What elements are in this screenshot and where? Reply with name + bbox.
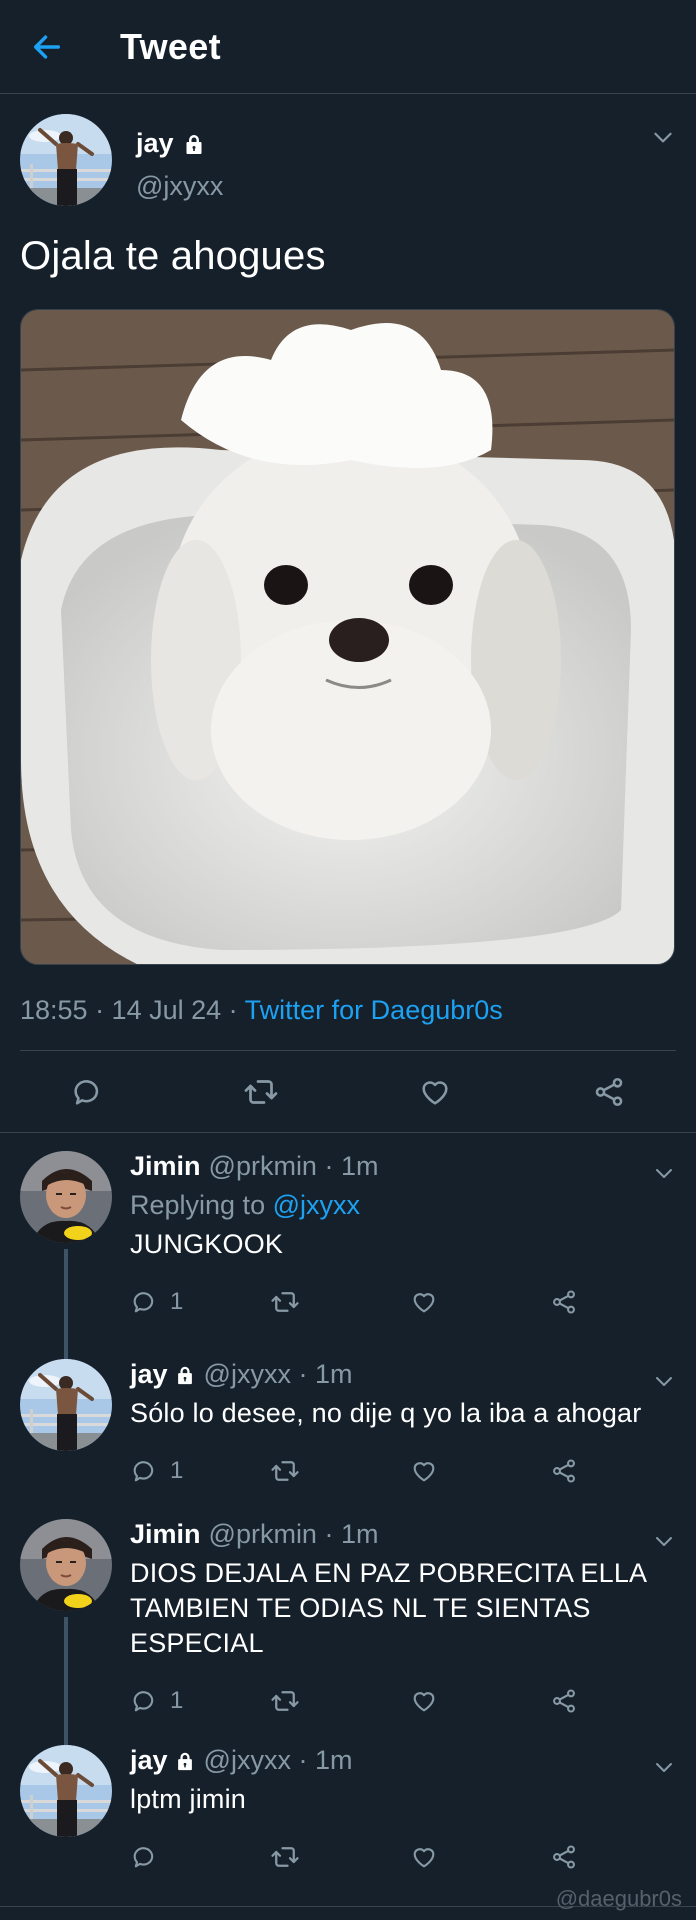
- main-tweet: jay @jxyxx Ojala te ahogues 18:55 · 14 J…: [0, 94, 696, 1051]
- like-icon[interactable]: [410, 1457, 550, 1485]
- author-name[interactable]: jay: [136, 128, 174, 159]
- reply-text: DIOS DEJALA EN PAZ POBRECITA ELLA TAMBIE…: [130, 1558, 646, 1658]
- lock-icon: [182, 132, 206, 156]
- retweet-icon[interactable]: [241, 1072, 281, 1112]
- share-icon[interactable]: [550, 1843, 690, 1871]
- chevron-down-icon[interactable]: [650, 124, 676, 155]
- avatar[interactable]: [20, 1151, 112, 1243]
- watermark: @daegubr0s: [555, 1886, 682, 1911]
- retweet-icon[interactable]: [270, 1842, 410, 1872]
- retweet-icon[interactable]: [270, 1456, 410, 1486]
- reply-meta: @jxyxx · 1m: [203, 1359, 353, 1389]
- avatar[interactable]: [20, 114, 112, 206]
- reply-tweet[interactable]: jay @jxyxx · 1m Sólo lo desee, no dije q…: [0, 1341, 696, 1501]
- reply-count: 1: [170, 1457, 184, 1484]
- chevron-down-icon[interactable]: [652, 1529, 676, 1558]
- thread-line: [64, 1341, 68, 1359]
- reply-count: 1: [170, 1288, 184, 1315]
- reply-author-name[interactable]: jay: [130, 1359, 168, 1390]
- reply-author-name[interactable]: jay: [130, 1745, 168, 1776]
- tweet-text: Ojala te ahogues: [20, 234, 326, 278]
- reply-count: 1: [170, 1687, 184, 1714]
- lock-icon: [174, 1364, 196, 1386]
- replying-to: Replying to @jxyxx: [130, 1190, 361, 1220]
- reply-meta: @prkmin · 1m: [208, 1519, 379, 1549]
- like-icon[interactable]: [410, 1687, 550, 1715]
- back-arrow-icon[interactable]: [30, 30, 64, 64]
- tweet-timestamp: 18:55 · 14 Jul 24 ·: [20, 995, 245, 1025]
- retweet-icon[interactable]: [270, 1287, 410, 1317]
- tweet-meta: 18:55 · 14 Jul 24 · Twitter for Daegubr0…: [20, 995, 676, 1051]
- lock-icon: [174, 1750, 196, 1772]
- share-icon[interactable]: [550, 1687, 690, 1715]
- avatar[interactable]: [20, 1745, 112, 1837]
- avatar[interactable]: [20, 1359, 112, 1451]
- like-icon[interactable]: [410, 1843, 550, 1871]
- tweet-image[interactable]: [20, 309, 675, 965]
- reply-author-name[interactable]: Jimin: [130, 1519, 201, 1550]
- share-icon[interactable]: [550, 1288, 690, 1316]
- reply-icon[interactable]: [67, 1072, 107, 1112]
- share-icon[interactable]: [589, 1072, 629, 1112]
- top-bar: Tweet: [0, 0, 696, 94]
- author-handle[interactable]: @jxyxx: [136, 171, 223, 202]
- reply-action[interactable]: 1: [130, 1687, 270, 1715]
- reply-meta: @jxyxx · 1m: [203, 1745, 353, 1775]
- reply-tweet[interactable]: Jimin @prkmin · 1m Replying to @jxyxx JU…: [0, 1133, 696, 1365]
- chevron-down-icon[interactable]: [652, 1755, 676, 1784]
- reply-author-name[interactable]: Jimin: [130, 1151, 201, 1182]
- tweet-source[interactable]: Twitter for Daegubr0s: [245, 995, 503, 1025]
- avatar[interactable]: [20, 1519, 112, 1611]
- reply-meta: @prkmin · 1m: [208, 1151, 379, 1181]
- like-icon[interactable]: [415, 1072, 455, 1112]
- mention-link[interactable]: @jxyxx: [273, 1190, 360, 1220]
- chevron-down-icon[interactable]: [652, 1161, 676, 1190]
- reply-tweet[interactable]: jay @jxyxx · 1m lptm jimin: [0, 1727, 696, 1897]
- like-icon[interactable]: [410, 1288, 550, 1316]
- reply-tweet[interactable]: Jimin @prkmin · 1m DIOS DEJALA EN PAZ PO…: [0, 1501, 696, 1751]
- reply-action[interactable]: [130, 1843, 270, 1871]
- reply-action[interactable]: 1: [130, 1288, 270, 1316]
- page-title: Tweet: [120, 25, 221, 67]
- reply-text: lptm jimin: [130, 1784, 247, 1814]
- chevron-down-icon[interactable]: [652, 1369, 676, 1398]
- reply-action[interactable]: 1: [130, 1457, 270, 1485]
- reply-text: Sólo lo desee, no dije q yo la iba a aho…: [130, 1398, 642, 1428]
- retweet-icon[interactable]: [270, 1686, 410, 1716]
- reply-text: JUNGKOOK: [130, 1229, 284, 1259]
- tweet-actions: [0, 1051, 696, 1133]
- share-icon[interactable]: [550, 1457, 690, 1485]
